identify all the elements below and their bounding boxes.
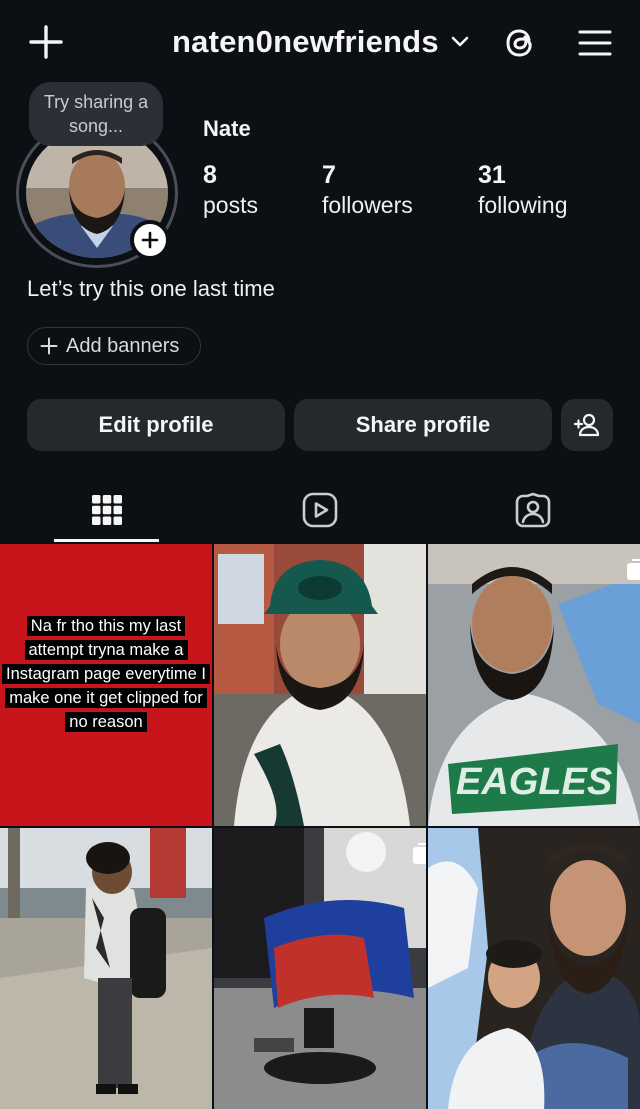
post-photo [428, 828, 640, 1109]
note-bubble[interactable]: Try sharing a song... [29, 82, 163, 146]
grid-icon [91, 495, 122, 525]
share-profile-button[interactable]: Share profile [294, 399, 552, 451]
add-person-icon [573, 413, 600, 437]
svg-text:EAGLES: EAGLES [456, 761, 612, 803]
stat-posts[interactable]: 8 posts [203, 160, 258, 220]
following-label: following [478, 192, 568, 218]
post-photo [214, 544, 426, 826]
post-photo [214, 828, 426, 1109]
followers-count: 7 [322, 161, 336, 189]
profile-tabs [0, 478, 640, 542]
post-photo: EAGLES [428, 544, 640, 826]
post-tile[interactable] [214, 544, 426, 826]
tagged-icon [515, 492, 550, 528]
post-tile[interactable] [0, 828, 212, 1109]
top-bar: naten0newfriends [0, 0, 640, 84]
note-text: Try sharing a song... [43, 92, 149, 136]
plus-icon [40, 337, 58, 355]
account-switcher[interactable]: naten0newfriends [172, 22, 469, 62]
chevron-down-icon [451, 36, 469, 47]
reels-icon [302, 492, 337, 528]
add-story-button[interactable] [130, 220, 170, 260]
username: naten0newfriends [172, 24, 439, 59]
posts-label: posts [203, 192, 258, 218]
followers-label: followers [322, 192, 413, 218]
share-profile-label: Share profile [355, 412, 491, 437]
tab-tagged[interactable] [426, 478, 639, 542]
post-tile[interactable]: EAGLES [428, 544, 640, 826]
active-tab-indicator [54, 539, 159, 542]
tab-reels[interactable] [213, 478, 426, 542]
edit-profile-label: Edit profile [98, 412, 214, 437]
threads-icon[interactable] [498, 20, 544, 66]
post-tile-text[interactable]: Na fr tho this my last attempt tryna mak… [0, 544, 212, 826]
posts-count: 8 [203, 161, 217, 189]
discover-people-button[interactable] [561, 399, 613, 451]
menu-icon[interactable] [572, 20, 618, 66]
stat-following[interactable]: 31 following [478, 160, 568, 220]
post-tile[interactable] [214, 828, 426, 1109]
add-banners-label: Add banners [66, 334, 180, 357]
tab-grid[interactable] [0, 478, 213, 542]
post-caption: Na fr tho this my last attempt tryna mak… [0, 614, 212, 734]
add-banners-button[interactable]: Add banners [27, 327, 201, 365]
edit-profile-button[interactable]: Edit profile [27, 399, 285, 451]
following-count: 31 [478, 161, 506, 189]
stat-followers[interactable]: 7 followers [322, 160, 413, 220]
posts-grid: Na fr tho this my last attempt tryna mak… [0, 544, 640, 1109]
display-name: Nate [203, 116, 251, 141]
plus-icon[interactable] [22, 20, 70, 64]
plus-icon [141, 231, 159, 249]
bio-text: Let’s try this one last time [27, 276, 275, 301]
post-photo [0, 828, 212, 1109]
post-tile[interactable] [428, 828, 640, 1109]
